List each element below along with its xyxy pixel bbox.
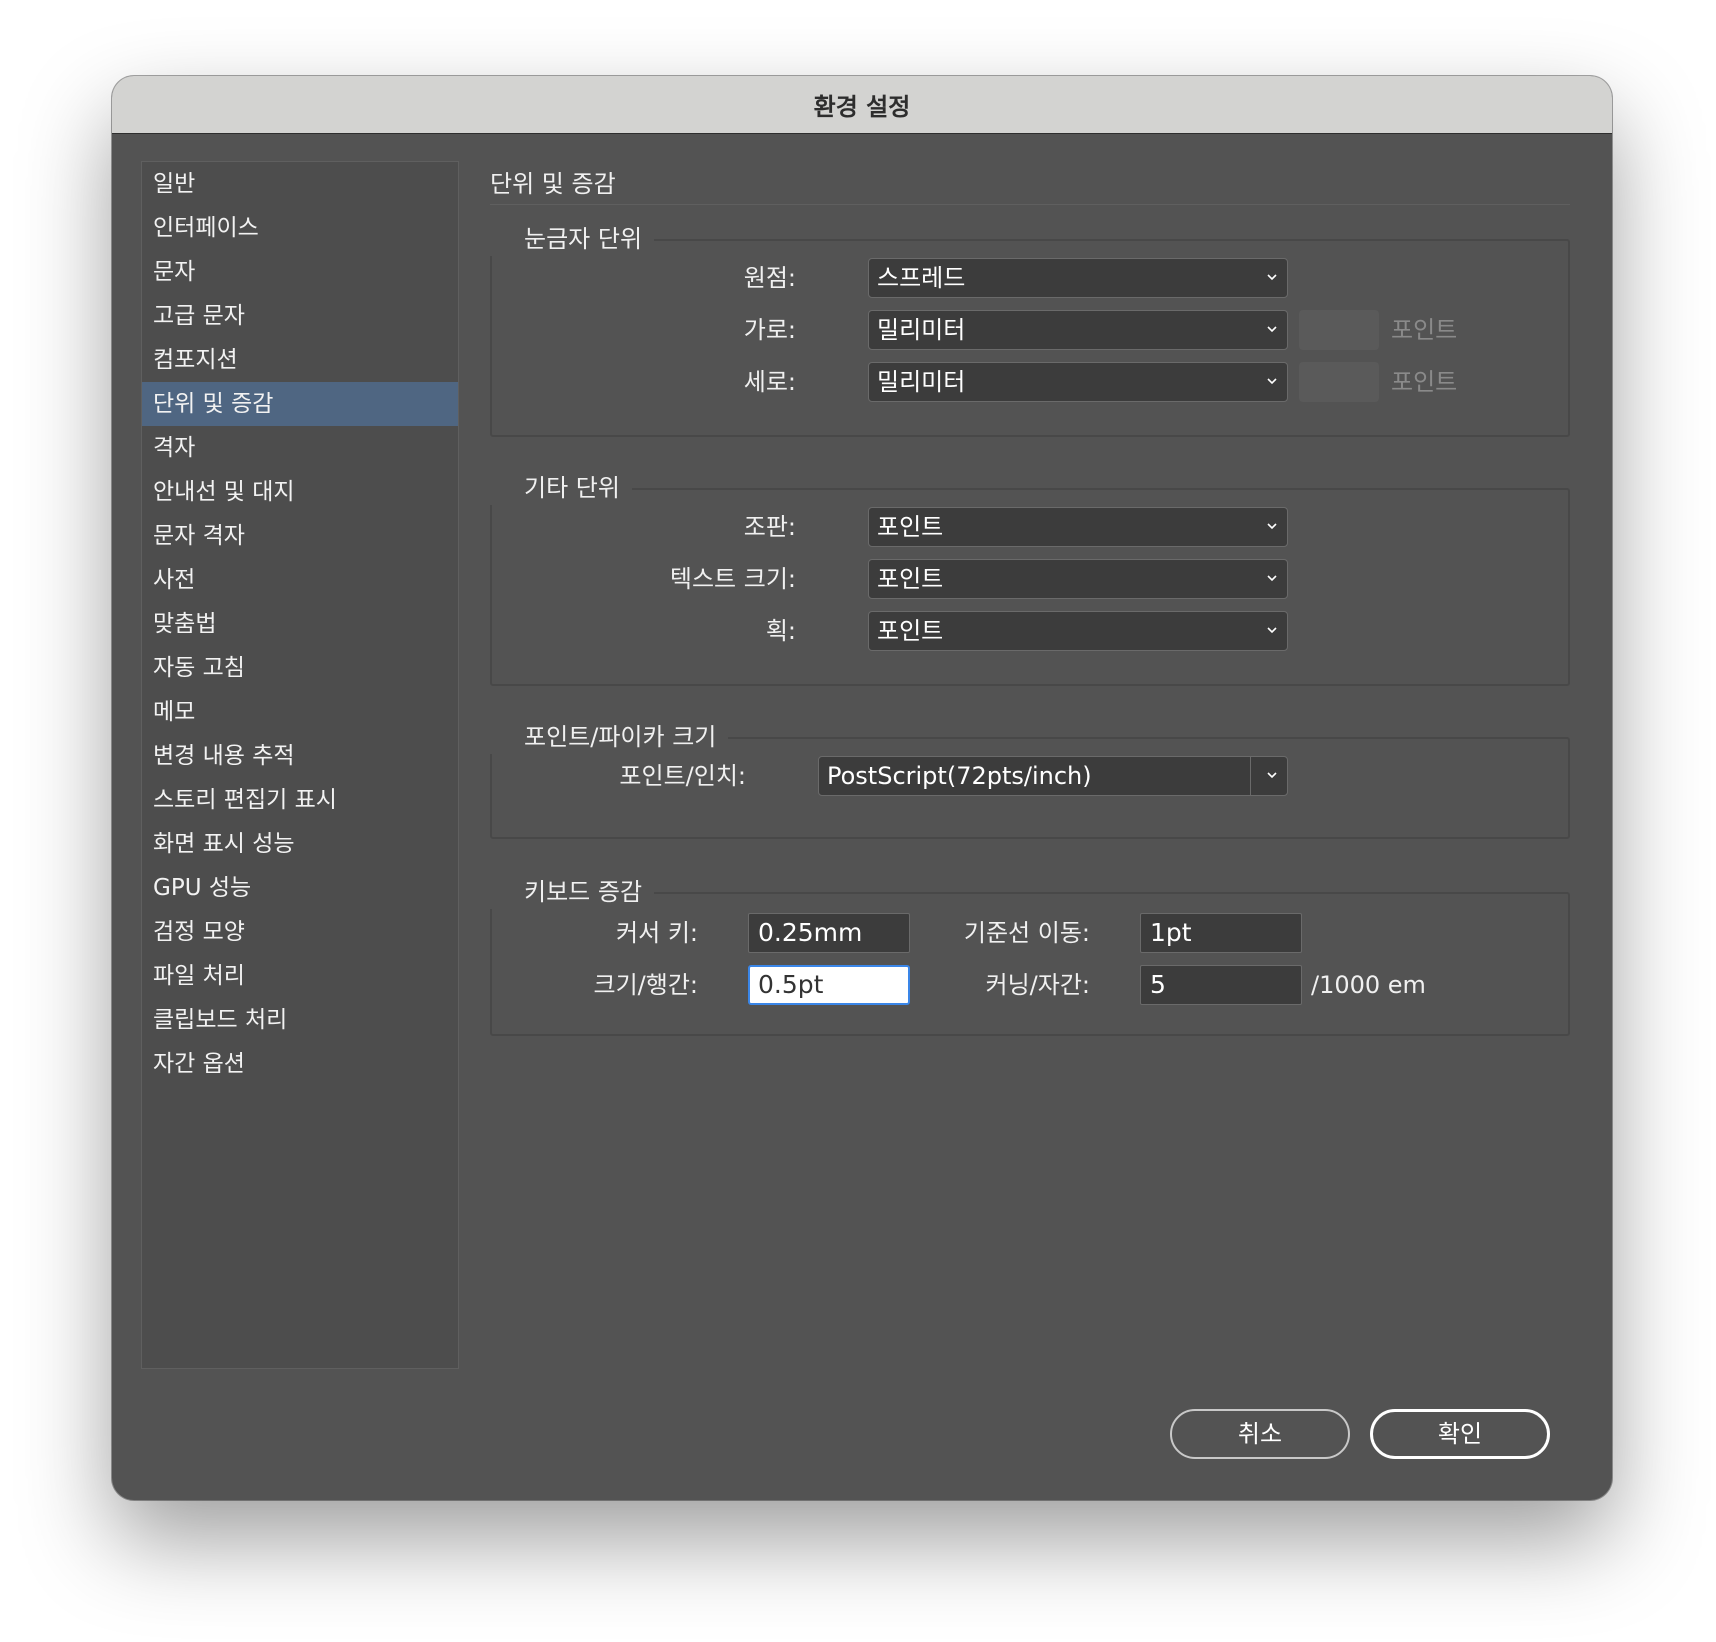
horizontal-custom-field [1299,310,1379,350]
vertical-units-value: 밀리미터 [877,368,966,396]
chevron-down-icon [1267,378,1277,385]
ruler-units-title: 눈금자 단위 [490,222,655,256]
other-units-title: 기타 단위 [490,471,632,505]
sidebar-item-label: 맞춤법 [153,611,217,637]
sidebar-item-label: 인터페이스 [153,215,259,241]
text-size-select[interactable]: 포인트 [868,559,1288,599]
vertical-label: 세로: [743,368,796,396]
kerning-tracking-label: 커닝/자간: [985,971,1091,999]
sidebar-item-units-increments[interactable]: 단위 및 증감 [142,382,458,426]
sidebar-item-general[interactable]: 일반 [142,162,458,206]
chevron-down-icon [1267,274,1277,281]
sidebar-item-gpu-performance[interactable]: GPU 성능 [142,866,458,910]
sidebar-item-track-changes[interactable]: 변경 내용 추적 [142,734,458,778]
composition-select[interactable]: 포인트 [868,507,1288,547]
sidebar-item-label: 검정 모양 [153,919,245,945]
sidebar-item-label: GPU 성능 [153,875,252,901]
page-title: 단위 및 증감 [490,170,616,198]
sidebar-item-notes[interactable]: 메모 [142,690,458,734]
origin-value: 스프레드 [877,264,966,292]
chevron-down-icon [1267,523,1277,530]
preferences-dialog: 환경 설정 일반 인터페이스 문자 고급 문자 컴포지션 단위 및 증감 격자 … [112,76,1612,1500]
points-inch-value: PostScript(72pts/inch) [827,762,1092,790]
sidebar-item-label: 파일 처리 [153,963,245,989]
sidebar-item-label: 문자 [153,259,196,285]
sidebar-item-story-editor-display[interactable]: 스토리 편집기 표시 [142,778,458,822]
points-inch-select[interactable]: PostScript(72pts/inch) [818,756,1288,796]
size-leading-input[interactable]: 0.5pt [748,965,910,1005]
sidebar-item-label: 자동 고침 [153,655,245,681]
stroke-value: 포인트 [877,617,944,645]
stroke-select[interactable]: 포인트 [868,611,1288,651]
sidebar-item-grids[interactable]: 격자 [142,426,458,470]
text-size-value: 포인트 [877,565,944,593]
sidebar-item-autocorrect[interactable]: 자동 고침 [142,646,458,690]
ok-button[interactable]: 확인 [1370,1409,1550,1459]
baseline-shift-label: 기준선 이동: [963,919,1090,947]
kerning-tracking-input[interactable]: 5 [1140,965,1302,1005]
text-size-label: 텍스트 크기: [669,565,796,593]
sidebar-item-character-grid[interactable]: 문자 격자 [142,514,458,558]
keyboard-increments-title: 키보드 증감 [490,875,655,909]
baseline-shift-input[interactable]: 1pt [1140,913,1302,953]
cursor-key-input[interactable]: 0.25mm [748,913,910,953]
sidebar-item-dictionary[interactable]: 사전 [142,558,458,602]
sidebar-item-label: 문자 격자 [153,523,245,549]
sidebar-item-label: 메모 [153,699,196,725]
horizontal-label: 가로: [743,316,796,344]
sidebar-item-label: 변경 내용 추적 [153,743,295,769]
vertical-custom-field [1299,362,1379,402]
size-leading-label: 크기/행간: [593,971,699,999]
sidebar-item-kinsoku-options[interactable]: 자간 옵션 [142,1042,458,1086]
cursor-key-label: 커서 키: [616,919,698,947]
sidebar-item-label: 화면 표시 성능 [153,831,295,857]
select-divider [1250,757,1251,795]
sidebar-item-clipboard-handling[interactable]: 클립보드 처리 [142,998,458,1042]
sidebar-item-label: 일반 [153,171,196,197]
sidebar-item-label: 격자 [153,435,196,461]
stroke-label: 획: [765,617,796,645]
points-inch-label: 포인트/인치: [619,762,746,790]
horizontal-units-select[interactable]: 밀리미터 [868,310,1288,350]
composition-value: 포인트 [877,513,944,541]
sidebar-item-guides-pasteboard[interactable]: 안내선 및 대지 [142,470,458,514]
sidebar-item-label: 사전 [153,567,196,593]
horizontal-unit-label: 포인트 [1391,316,1458,344]
category-list: 일반 인터페이스 문자 고급 문자 컴포지션 단위 및 증감 격자 안내선 및 … [141,161,459,1369]
horizontal-units-value: 밀리미터 [877,316,966,344]
title-divider [490,204,1570,205]
vertical-units-select[interactable]: 밀리미터 [868,362,1288,402]
sidebar-item-label: 컴포지션 [153,347,238,373]
sidebar-item-interface[interactable]: 인터페이스 [142,206,458,250]
sidebar-item-composition[interactable]: 컴포지션 [142,338,458,382]
origin-label: 원점: [743,264,796,292]
point-pica-title: 포인트/파이카 크기 [490,720,729,754]
dialog-title: 환경 설정 [112,76,1612,134]
sidebar-item-type[interactable]: 문자 [142,250,458,294]
sidebar-item-label: 고급 문자 [153,303,245,329]
chevron-down-icon [1267,575,1277,582]
sidebar-item-label: 클립보드 처리 [153,1007,288,1033]
sidebar-item-spelling[interactable]: 맞춤법 [142,602,458,646]
sidebar-item-file-handling[interactable]: 파일 처리 [142,954,458,998]
chevron-down-icon [1267,326,1277,333]
vertical-unit-label: 포인트 [1391,368,1458,396]
sidebar-item-appearance-of-black[interactable]: 검정 모양 [142,910,458,954]
kerning-unit-label: /1000 em [1311,971,1426,999]
cancel-button[interactable]: 취소 [1170,1409,1350,1459]
composition-label: 조판: [743,513,796,541]
sidebar-item-advanced-type[interactable]: 고급 문자 [142,294,458,338]
chevron-down-icon [1267,627,1277,634]
sidebar-item-label: 스토리 편집기 표시 [153,787,337,813]
sidebar-item-label: 자간 옵션 [153,1051,245,1077]
chevron-down-icon [1267,772,1277,779]
origin-select[interactable]: 스프레드 [868,258,1288,298]
sidebar-item-label: 안내선 및 대지 [153,479,295,505]
sidebar-item-label: 단위 및 증감 [153,391,274,417]
sidebar-item-display-performance[interactable]: 화면 표시 성능 [142,822,458,866]
